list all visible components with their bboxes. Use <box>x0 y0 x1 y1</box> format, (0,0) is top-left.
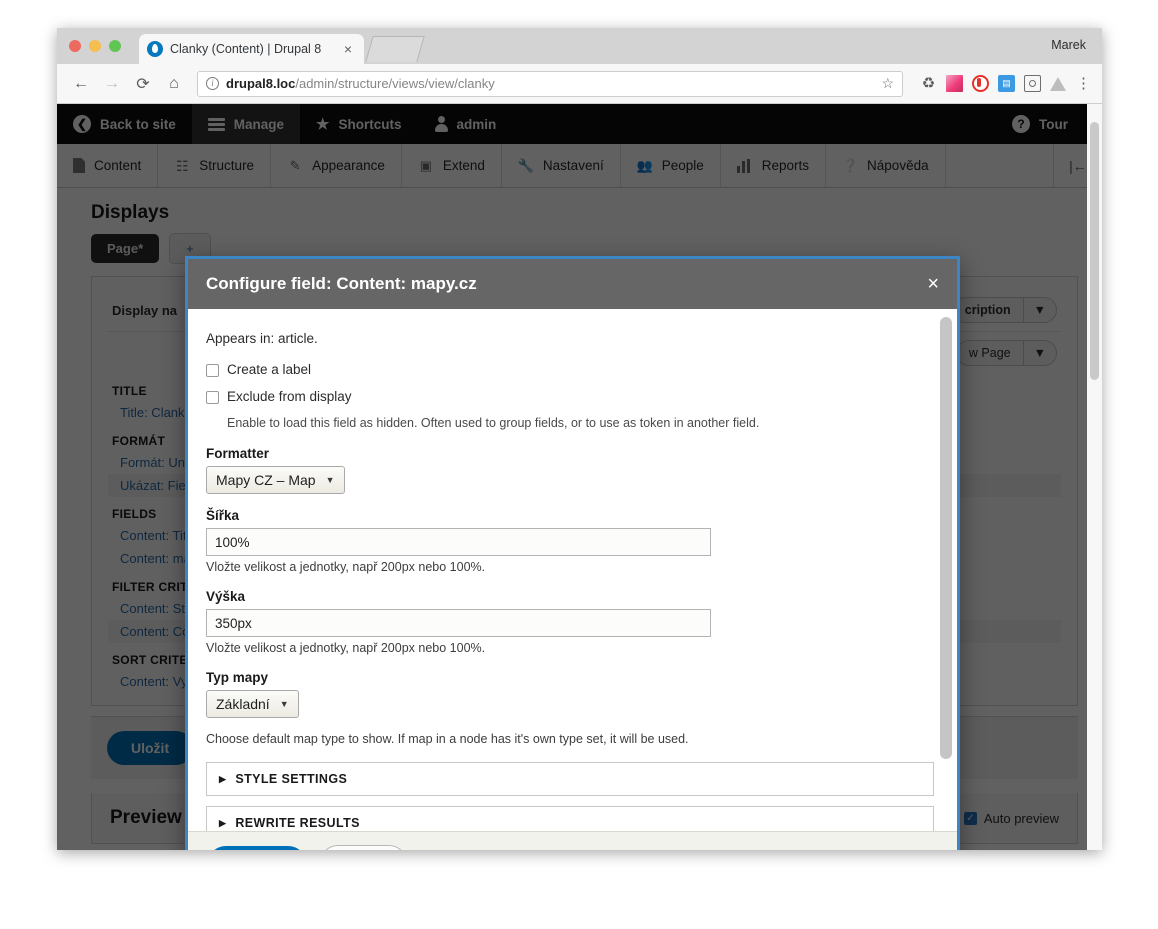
url-path: /admin/structure/views/view/clanky <box>295 76 495 91</box>
triangle-right-icon-2: ▶ <box>219 817 227 828</box>
modal-header: Configure field: Content: mapy.cz × <box>188 259 957 309</box>
url-host: drupal8.loc <box>226 76 296 91</box>
tag-extension-icon[interactable]: ▤ <box>998 75 1015 92</box>
browser-window: Clanky (Content) | Drupal 8 × Marek ← → … <box>57 28 1102 850</box>
exclude-display-checkbox[interactable] <box>206 391 219 404</box>
browser-toolbar: ← → ⟳ ⌂ i drupal8.loc /admin/structure/v… <box>57 64 1102 104</box>
home-icon[interactable]: ⌂ <box>160 70 188 98</box>
appears-in-text: Appears in: article. <box>206 331 318 346</box>
formatter-select-value: Mapy CZ – Map <box>216 472 316 488</box>
rewrite-results-section[interactable]: ▶ REWRITE RESULTS <box>206 806 934 831</box>
style-settings-label: STYLE SETTINGS <box>235 772 348 786</box>
map-type-label: Typ mapy <box>206 670 269 685</box>
width-input[interactable] <box>206 528 711 556</box>
width-help: Vložte velikost a jednotky, např 200px n… <box>206 560 486 574</box>
extension-icon-row: ♻ ▤ ⋮ <box>912 75 1092 92</box>
browser-profile-name[interactable]: Marek <box>1051 38 1086 52</box>
page-scrollbar[interactable] <box>1087 104 1102 850</box>
rewrite-results-label: REWRITE RESULTS <box>235 816 360 830</box>
address-bar[interactable]: i drupal8.loc /admin/structure/views/vie… <box>197 70 903 97</box>
modal-footer: Apply Zrušit Odstranit <box>188 831 957 850</box>
map-type-help: Choose default map type to show. If map … <box>206 732 689 746</box>
modal-scrollbar[interactable] <box>940 317 952 825</box>
create-label-checkbox-row[interactable]: Create a label <box>206 362 929 377</box>
close-icon[interactable]: × <box>927 274 939 294</box>
width-label: Šířka <box>206 508 240 523</box>
back-icon[interactable]: ← <box>67 70 95 98</box>
page-scrollbar-thumb[interactable] <box>1090 122 1099 380</box>
height-help: Vložte velikost a jednotky, např 200px n… <box>206 641 486 655</box>
height-label: Výška <box>206 589 246 604</box>
create-label-text: Create a label <box>227 362 312 377</box>
exclude-display-help: Enable to load this field as hidden. Oft… <box>227 416 760 430</box>
maximize-window-button[interactable] <box>109 40 121 52</box>
reload-icon[interactable]: ⟳ <box>129 70 157 98</box>
window-controls <box>69 40 121 52</box>
formatter-select[interactable]: Mapy CZ – Map ▼ <box>206 466 345 494</box>
map-type-select-value: Základní <box>216 696 270 712</box>
browser-tab-title: Clanky (Content) | Drupal 8 <box>170 42 322 56</box>
chevron-down-icon-2: ▼ <box>279 699 289 709</box>
forward-icon: → <box>104 74 120 92</box>
camera-extension-icon[interactable] <box>1024 75 1041 92</box>
gradient-extension-icon[interactable] <box>946 75 963 92</box>
browser-menu-icon[interactable]: ⋮ <box>1075 75 1092 92</box>
close-window-button[interactable] <box>69 40 81 52</box>
modal-scrollbar-thumb[interactable] <box>940 317 952 759</box>
new-tab-button[interactable] <box>365 36 425 62</box>
opera-extension-icon[interactable] <box>972 75 989 92</box>
height-input[interactable] <box>206 609 711 637</box>
map-type-select[interactable]: Základní ▼ <box>206 690 299 718</box>
close-tab-icon[interactable]: × <box>340 42 356 56</box>
page-viewport: ❮ Back to site Manage ★ Shortcuts admin … <box>57 104 1102 850</box>
drupal-favicon-icon <box>147 41 163 57</box>
drive-extension-icon[interactable] <box>1050 76 1066 91</box>
apply-button[interactable]: Apply <box>208 846 306 850</box>
bookmark-star-icon[interactable]: ☆ <box>881 75 894 92</box>
cancel-button[interactable]: Zrušit <box>319 845 408 850</box>
recycle-extension-icon[interactable]: ♻ <box>920 75 937 92</box>
modal-title: Configure field: Content: mapy.cz <box>206 274 477 293</box>
exclude-display-checkbox-row[interactable]: Exclude from display <box>206 389 929 404</box>
configure-field-modal: Configure field: Content: mapy.cz × Appe… <box>185 256 960 850</box>
minimize-window-button[interactable] <box>89 40 101 52</box>
browser-tab-active[interactable]: Clanky (Content) | Drupal 8 × <box>139 34 364 64</box>
site-info-icon[interactable]: i <box>206 77 219 90</box>
style-settings-section[interactable]: ▶ STYLE SETTINGS <box>206 762 934 796</box>
triangle-right-icon: ▶ <box>219 773 227 784</box>
create-label-checkbox[interactable] <box>206 364 219 377</box>
exclude-display-text: Exclude from display <box>227 389 352 404</box>
modal-body: Appears in: article. Create a label Excl… <box>188 309 957 831</box>
browser-tab-strip: Clanky (Content) | Drupal 8 × Marek <box>57 28 1102 64</box>
chevron-down-icon: ▼ <box>325 475 335 485</box>
formatter-label: Formatter <box>206 446 270 461</box>
